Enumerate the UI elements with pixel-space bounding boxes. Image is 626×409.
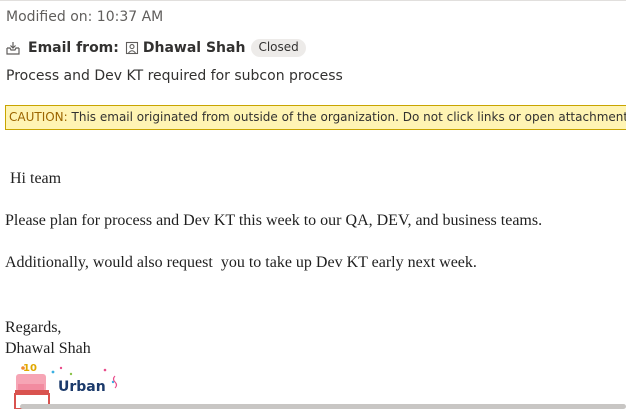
email-from-row: Email from: Dhawal Shah Closed bbox=[5, 38, 306, 58]
signature-closing: Regards, bbox=[5, 319, 62, 336]
email-from-label: Email from: bbox=[28, 40, 119, 56]
contact-card-icon bbox=[125, 41, 139, 55]
logo-badge-number: 10 bbox=[23, 363, 37, 374]
caution-banner: CAUTION: This email originated from outs… bbox=[5, 105, 626, 130]
email-viewer: Modified on: 10:37 AM Email from: Dhawal… bbox=[0, 0, 626, 409]
caution-text: This email originated from outside of th… bbox=[71, 110, 626, 124]
greeting-text: Hi team bbox=[10, 170, 62, 187]
company-logo: 10 Urban bbox=[13, 362, 123, 409]
inbox-arrow-icon bbox=[5, 40, 21, 56]
horizontal-scrollbar[interactable] bbox=[20, 404, 626, 409]
status-badge: Closed bbox=[251, 39, 306, 57]
logo-text: Urban bbox=[58, 379, 106, 395]
sender-name-link[interactable]: Dhawal Shah bbox=[143, 40, 246, 56]
body-paragraph: Additionally, would also request you to … bbox=[5, 254, 477, 271]
modified-timestamp: Modified on: 10:37 AM bbox=[6, 9, 164, 25]
caution-label: CAUTION: bbox=[9, 110, 68, 124]
email-subject: Process and Dev KT required for subcon p… bbox=[6, 68, 343, 84]
divider bbox=[0, 0, 626, 1]
body-paragraph: Please plan for process and Dev KT this … bbox=[5, 212, 543, 229]
signature-name: Dhawal Shah bbox=[5, 340, 91, 357]
